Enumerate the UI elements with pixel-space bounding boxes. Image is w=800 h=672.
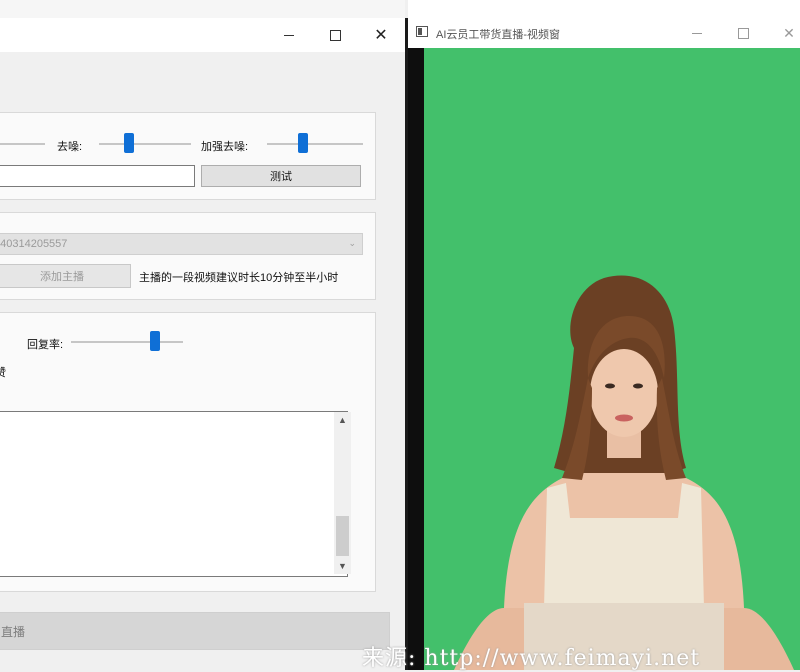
host-select-value: 240314205557: [0, 238, 68, 250]
main-window: ✕ 去噪: 加强去噪: 测试 240314205557 ⌄ 添加主播 主播的一段…: [0, 0, 405, 670]
start-live-button[interactable]: 直播: [0, 612, 390, 650]
host-settings-group: 240314205557 ⌄ 添加主播 主播的一段视频建议时长10分钟至半小时: [0, 212, 376, 300]
denoise-slider[interactable]: [99, 143, 191, 145]
test-button[interactable]: 测试: [201, 165, 361, 187]
maximize-icon[interactable]: [312, 18, 358, 52]
chevron-down-icon: ⌄: [348, 238, 356, 248]
video-window-title: AI云员工带货直播-视频窗: [436, 29, 561, 41]
video-close-icon[interactable]: ✕: [766, 18, 800, 48]
video-titlebar: AI云员工带货直播-视频窗 ✕: [408, 18, 800, 48]
reply-rate-slider-thumb[interactable]: [150, 331, 160, 351]
desktop-strip: [0, 0, 405, 18]
scroll-down-icon[interactable]: ▼: [334, 558, 351, 574]
video-maximize-icon[interactable]: [720, 18, 766, 48]
message-list[interactable]: [0, 411, 348, 577]
host-video-hint: 主播的一段视频建议时长10分钟至半小时: [139, 272, 339, 284]
enhanced-denoise-slider-thumb[interactable]: [298, 133, 309, 153]
host-select[interactable]: 240314205557 ⌄: [0, 233, 363, 255]
enhanced-denoise-label: 加强去噪:: [201, 141, 249, 153]
video-window: AI云员工带货直播-视频窗 ✕: [408, 0, 800, 670]
source-watermark: 来源: http://www.feimayi.net: [362, 646, 701, 671]
audio-settings-group: 去噪: 加强去噪: 测试: [0, 112, 376, 200]
reply-rate-label: 回复率:: [27, 339, 64, 351]
reply-rate-slider[interactable]: [71, 341, 183, 343]
test-text-input[interactable]: [0, 165, 195, 187]
like-label: 赞: [0, 367, 6, 379]
video-left-bar: [408, 48, 424, 670]
denoise-label: 去噪:: [57, 141, 83, 153]
main-titlebar: ✕: [0, 18, 405, 52]
scroll-up-icon[interactable]: ▲: [334, 412, 351, 428]
green-screen-video: [424, 48, 800, 670]
enhanced-denoise-slider[interactable]: [267, 143, 363, 145]
scrollbar-thumb[interactable]: [336, 516, 349, 556]
minimize-icon[interactable]: [266, 18, 312, 52]
add-host-button[interactable]: 添加主播: [0, 264, 131, 288]
video-minimize-icon[interactable]: [674, 18, 720, 48]
message-list-scrollbar[interactable]: ▲ ▼: [334, 412, 351, 574]
first-slider-track[interactable]: [0, 143, 45, 145]
app-window-icon: [416, 26, 428, 37]
presenter-figure: [454, 275, 794, 670]
denoise-slider-thumb[interactable]: [124, 133, 135, 153]
close-icon[interactable]: ✕: [358, 18, 404, 52]
